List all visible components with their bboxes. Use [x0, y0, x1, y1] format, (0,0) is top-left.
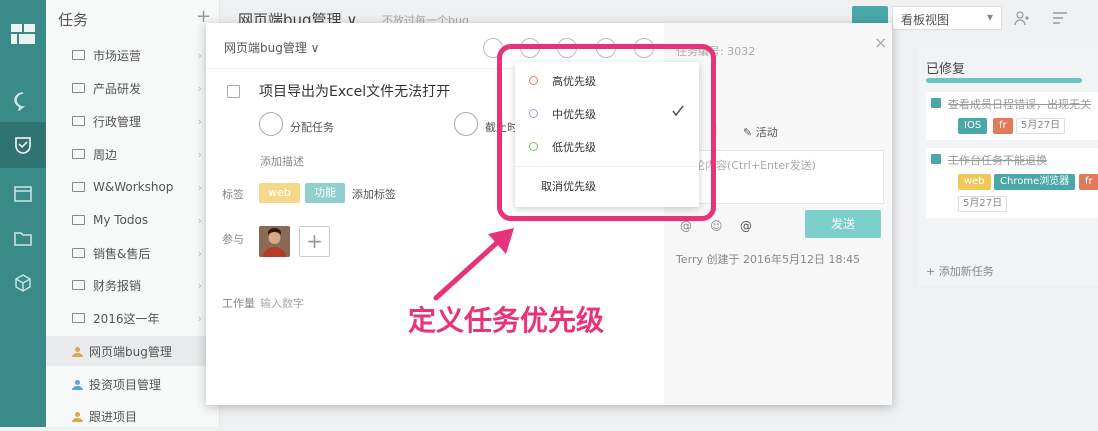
person-icon	[72, 346, 83, 357]
pencil-icon: ✎	[743, 126, 756, 139]
sidebar-item-finance[interactable]: 财务报销 ›	[46, 270, 220, 300]
add-description-link[interactable]: 添加描述	[260, 153, 304, 169]
workload-label: 工作量	[222, 297, 255, 310]
sidebar-item-sales[interactable]: 销售&售后 ›	[46, 238, 220, 268]
view-select[interactable]: 看板视图 ▾	[892, 6, 1002, 30]
column-progress-bar	[926, 78, 1082, 83]
calendar-icon[interactable]	[454, 112, 478, 136]
sidebar-item-admin[interactable]: 行政管理 ›	[46, 106, 220, 136]
annotation-arrow-icon	[433, 228, 514, 301]
calendar-icon[interactable]	[0, 170, 46, 216]
project-sidebar: 任务 + 市场运营 › 产品研发 › 行政管理 › 周边 › W&Workshop › M…	[46, 0, 220, 427]
chevron-right-icon: ›	[197, 311, 202, 325]
chevron-down-icon: ▾	[986, 10, 993, 24]
folder-icon	[72, 215, 85, 225]
sidebar-item-rd[interactable]: 产品研发 ›	[46, 73, 220, 103]
column-title: 已修复	[926, 62, 966, 77]
sidebar-item-workshop[interactable]: W&Workshop ›	[46, 172, 220, 202]
chevron-right-icon: ›	[197, 48, 202, 62]
sidebar-item-merch[interactable]: 周边 ›	[46, 139, 220, 169]
folder-icon	[72, 182, 85, 192]
add-task-button[interactable]: + 添加新任务	[926, 263, 994, 279]
workload-input[interactable]: 输入数字	[260, 295, 304, 311]
activity-log-entry: Terry 创建于 2016年5月12日 18:45	[676, 253, 861, 266]
folder-icon	[72, 116, 85, 126]
task-card[interactable]: 工作台任务不能退换 web Chrome浏览器 fr 5月27日	[926, 148, 1098, 218]
folder-icon	[72, 83, 85, 93]
folder-icon	[72, 50, 85, 60]
chat-icon[interactable]	[0, 78, 46, 124]
highlight-box	[497, 44, 716, 221]
sidebar-item-mytodos[interactable]: My Todos ›	[46, 205, 220, 235]
chevron-right-icon: ›	[197, 180, 202, 194]
modal-project-select[interactable]: 网页端bug管理 ∨	[224, 39, 319, 56]
cube-icon[interactable]	[0, 260, 46, 306]
mention-icon[interactable]: @	[740, 219, 752, 233]
due-date: 5月27日	[958, 196, 1008, 212]
chevron-right-icon: ›	[197, 246, 202, 260]
sidebar-item-2016[interactable]: 2016这一年 ›	[46, 303, 220, 333]
add-member-button[interactable]: +	[299, 226, 330, 257]
tag-feature[interactable]: 功能	[305, 183, 345, 203]
folder-icon	[72, 313, 85, 323]
assign-button[interactable]: 分配任务	[290, 119, 334, 135]
sidebar-item-invest[interactable]: 投资项目管理	[46, 369, 220, 399]
members-label: 参与	[222, 233, 244, 246]
checked-checkbox[interactable]	[931, 98, 941, 108]
checked-checkbox[interactable]	[931, 154, 941, 164]
sidebar-title: 任务	[58, 11, 89, 29]
assign-user-icon[interactable]	[259, 112, 283, 136]
chevron-right-icon: ›	[197, 81, 202, 95]
chevron-right-icon: ›	[197, 114, 202, 128]
app-logo-icon[interactable]	[11, 24, 35, 44]
tab-activity[interactable]: ✎ 活动	[743, 124, 778, 140]
folder-icon	[72, 149, 85, 159]
chevron-right-icon: ›	[197, 278, 202, 292]
add-tag-link[interactable]: 添加标签	[352, 186, 396, 202]
folder-icon[interactable]	[0, 215, 46, 261]
annotation-caption: 定义任务优先级	[408, 304, 605, 337]
person-icon	[72, 379, 83, 390]
send-button[interactable]: 发送	[805, 210, 881, 238]
sidebar-item-bug[interactable]: 网页端bug管理	[46, 336, 220, 366]
sidebar-item-market[interactable]: 市场运营 ›	[46, 40, 220, 70]
tag-web[interactable]: web	[259, 183, 300, 203]
attachment-icon[interactable]: @	[680, 219, 692, 233]
close-icon[interactable]: ×	[874, 33, 887, 52]
board-column: 已修复 查看成员日程错误，出现无关 IOS fr 5月27日 工作台任务不能退换…	[918, 48, 1098, 286]
chevron-right-icon: ›	[197, 213, 202, 227]
task-title[interactable]: 项目导出为Excel文件无法打开	[259, 81, 450, 101]
task-checkbox[interactable]	[227, 85, 240, 98]
person-icon	[72, 411, 83, 422]
chevron-right-icon: ›	[197, 147, 202, 161]
emoji-icon[interactable]: ☺	[710, 219, 723, 233]
members-icon[interactable]	[1014, 10, 1030, 26]
tasks-icon[interactable]	[0, 122, 46, 168]
due-date: 5月27日	[1016, 118, 1066, 134]
avatar[interactable]	[259, 226, 290, 257]
icon-rail	[0, 0, 46, 427]
menu-icon[interactable]	[1052, 11, 1068, 25]
folder-icon	[72, 248, 85, 258]
folder-icon	[72, 280, 85, 290]
tags-label: 标签	[222, 188, 244, 201]
task-card[interactable]: 查看成员日程错误，出现无关 IOS fr 5月27日	[926, 92, 1098, 140]
